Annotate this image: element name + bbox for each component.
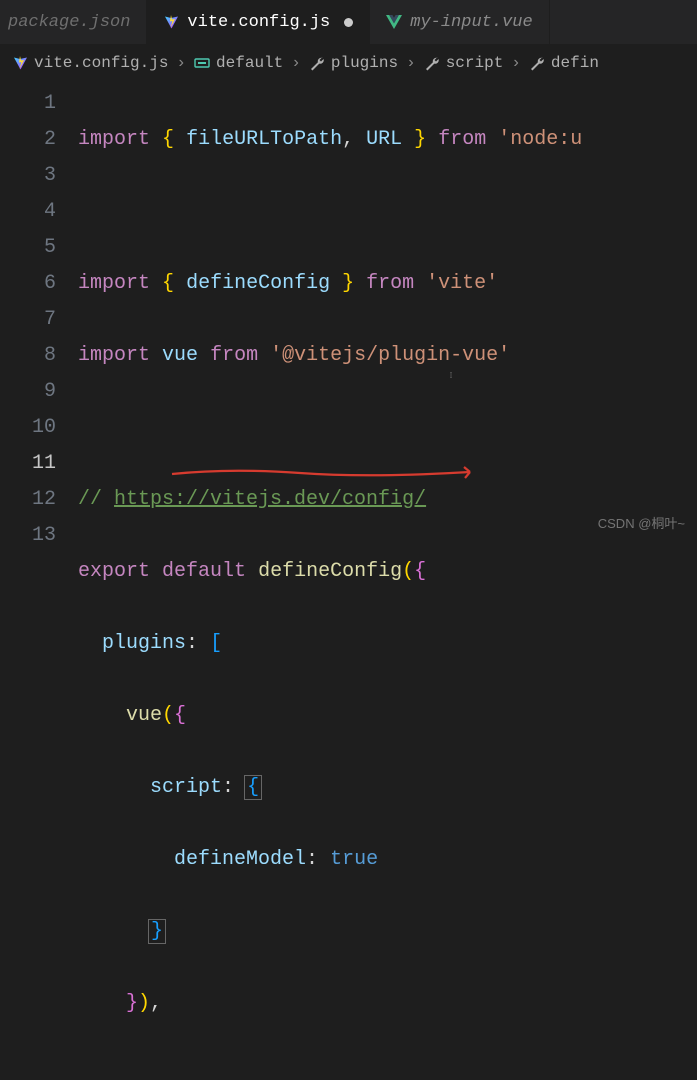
tab-label: vite.config.js — [187, 13, 330, 32]
vite-icon — [163, 14, 179, 30]
tab-bar: package.json vite.config.js my-input.vue — [0, 0, 697, 44]
wrench-icon — [424, 55, 440, 71]
red-underline-annotation — [170, 464, 478, 482]
breadcrumb: vite.config.js › default › plugins › scr… — [0, 44, 697, 82]
tab-my-input-vue[interactable]: my-input.vue — [370, 0, 549, 44]
vite-icon — [12, 55, 28, 71]
vue-icon — [386, 14, 402, 30]
chevron-right-icon: › — [176, 54, 186, 72]
code-content[interactable]: import { fileURLToPath, URL } from 'node… — [78, 86, 697, 1080]
tab-package-json[interactable]: package.json — [0, 0, 147, 44]
breadcrumb-script[interactable]: script — [424, 54, 504, 72]
chevron-right-icon: › — [511, 54, 521, 72]
breadcrumb-file[interactable]: vite.config.js — [12, 54, 168, 72]
breadcrumb-plugins[interactable]: plugins — [309, 54, 398, 72]
tab-label: my-input.vue — [410, 13, 532, 32]
breadcrumb-definemodel[interactable]: defin — [529, 54, 599, 72]
dirty-indicator-icon — [344, 18, 353, 27]
code-editor[interactable]: 1 2 3 4 5 6 7 8 9 10 11 12 13 import { f… — [0, 82, 697, 1080]
text-cursor-icon — [450, 364, 452, 386]
wrench-icon — [529, 55, 545, 71]
chevron-right-icon: › — [406, 54, 416, 72]
chevron-right-icon: › — [291, 54, 301, 72]
watermark: CSDN @桐叶~ — [598, 513, 685, 532]
tab-label: package.json — [8, 13, 130, 32]
wrench-icon — [309, 55, 325, 71]
tab-vite-config[interactable]: vite.config.js — [147, 0, 370, 44]
breadcrumb-default[interactable]: default — [194, 54, 283, 72]
line-number-gutter: 1 2 3 4 5 6 7 8 9 10 11 12 13 — [0, 86, 78, 1080]
module-icon — [194, 55, 210, 71]
